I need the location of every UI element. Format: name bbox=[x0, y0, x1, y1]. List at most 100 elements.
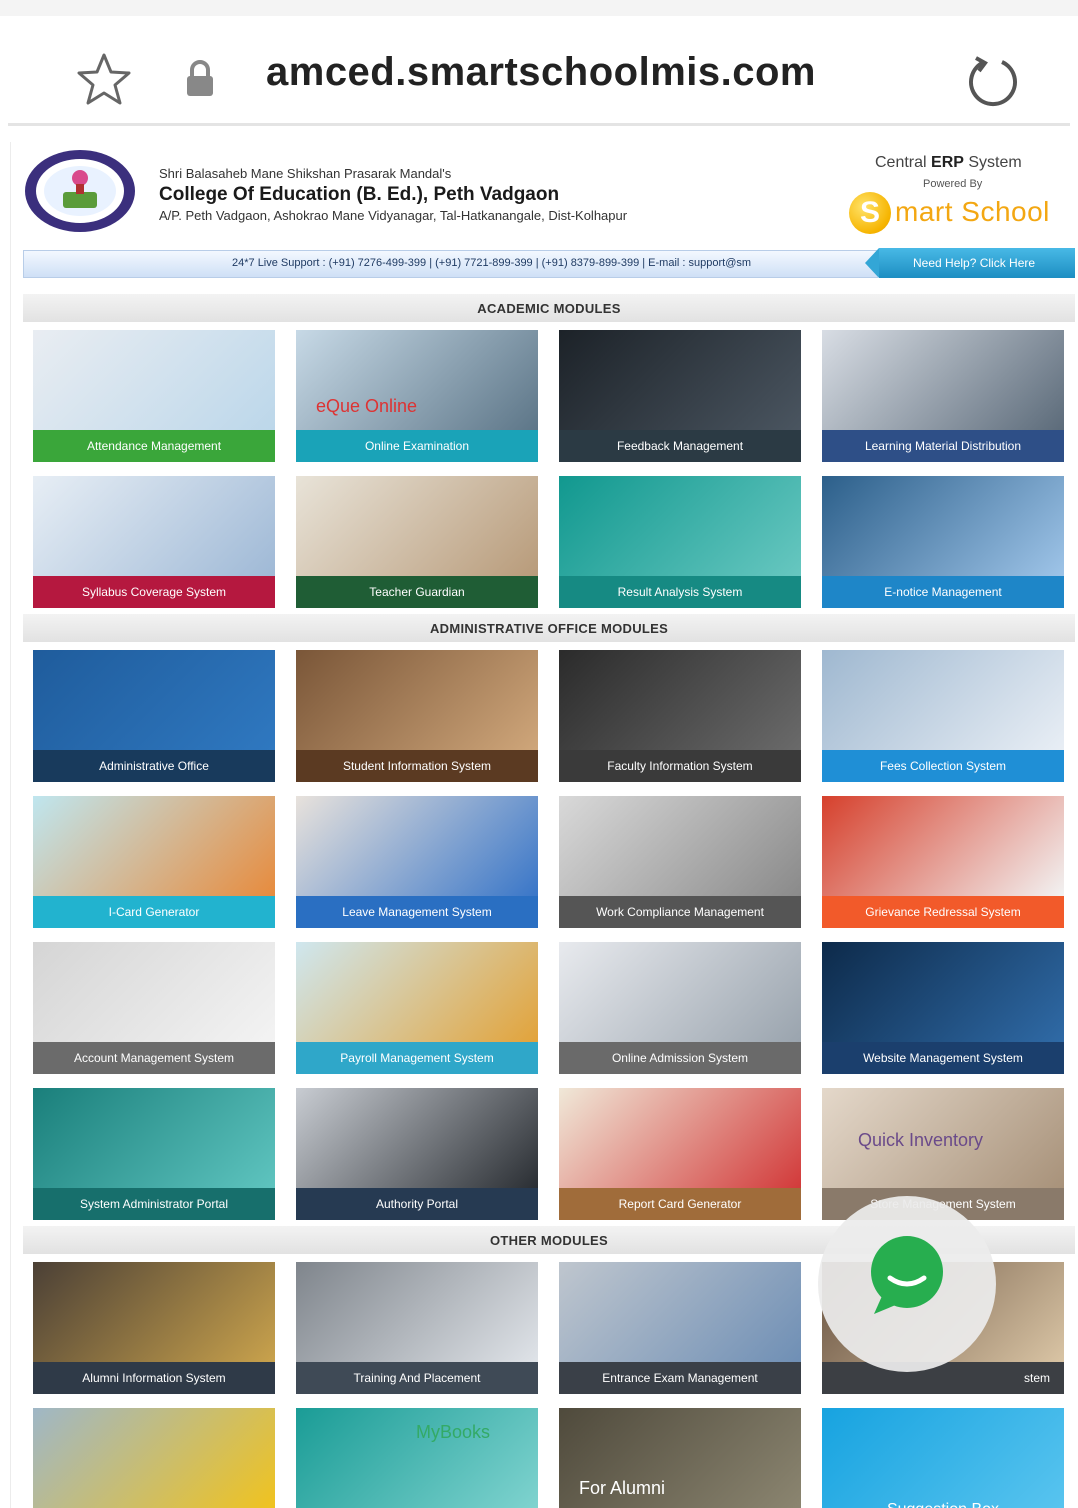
module-label: Administrative Office bbox=[33, 750, 275, 782]
module-tile[interactable]: Entrance Exam Management bbox=[559, 1262, 801, 1394]
module-image bbox=[822, 650, 1064, 750]
module-label: Authority Portal bbox=[296, 1188, 538, 1220]
module-image bbox=[33, 1088, 275, 1188]
college-address: A/P. Peth Vadgaon, Ashokrao Mane Vidyana… bbox=[159, 208, 628, 223]
need-help-label: Need Help? Click Here bbox=[913, 256, 1036, 270]
powered-by: Powered By bbox=[923, 178, 983, 190]
module-image bbox=[33, 1408, 275, 1508]
erp-title: Central ERP System bbox=[875, 154, 1022, 172]
module-label: Syllabus Coverage System bbox=[33, 576, 275, 608]
reload-icon[interactable] bbox=[962, 52, 1022, 112]
module-label: Training And Placement bbox=[296, 1362, 538, 1394]
chat-widget[interactable] bbox=[818, 1196, 996, 1372]
module-label: System Administrator Portal bbox=[33, 1188, 275, 1220]
star-icon[interactable] bbox=[74, 50, 134, 110]
module-tile[interactable]: Work Compliance Management bbox=[559, 796, 801, 928]
erp-suffix: System bbox=[963, 154, 1022, 171]
module-tile[interactable]: Teacher Guardian bbox=[296, 476, 538, 608]
module-image bbox=[559, 1262, 801, 1362]
module-label: Leave Management System bbox=[296, 896, 538, 928]
module-label: Fees Collection System bbox=[822, 750, 1064, 782]
module-label: Grievance Redressal System bbox=[822, 896, 1064, 928]
erp-bold: ERP bbox=[931, 154, 964, 171]
module-tile[interactable]: Student Information System bbox=[296, 650, 538, 782]
smart-school-logo: S mart School bbox=[849, 190, 1075, 236]
support-strip: 24*7 Live Support : (+91) 7276-499-399 |… bbox=[23, 250, 878, 278]
module-image bbox=[33, 330, 275, 430]
module-label: Online Examination bbox=[296, 430, 538, 462]
module-tile[interactable]: Feedback Management bbox=[559, 330, 801, 462]
address-bar[interactable]: amced.smartschoolmis.com bbox=[0, 16, 1078, 120]
module-label: Result Analysis System bbox=[559, 576, 801, 608]
module-tile[interactable]: Leave Management System bbox=[296, 796, 538, 928]
module-image bbox=[296, 942, 538, 1042]
module-image bbox=[33, 796, 275, 896]
support-text: 24*7 Live Support : (+91) 7276-499-399 |… bbox=[232, 257, 752, 269]
section-academic: ACADEMIC MODULES bbox=[23, 294, 1075, 322]
module-label: Feedback Management bbox=[559, 430, 801, 462]
module-image bbox=[559, 1088, 801, 1188]
module-image bbox=[296, 796, 538, 896]
module-image bbox=[33, 942, 275, 1042]
module-image bbox=[559, 330, 801, 430]
need-help-button[interactable]: Need Help? Click Here bbox=[865, 248, 1075, 278]
module-tile[interactable]: Grievance Redressal System bbox=[822, 796, 1064, 928]
module-label: I-Card Generator bbox=[33, 896, 275, 928]
module-image bbox=[296, 476, 538, 576]
module-tile[interactable]: E-notice Management bbox=[822, 476, 1064, 608]
module-tile[interactable]: Online Admission System bbox=[559, 942, 801, 1074]
brand-initial: S bbox=[849, 192, 891, 234]
module-image bbox=[822, 330, 1064, 430]
module-tile[interactable]: Account Management System bbox=[33, 942, 275, 1074]
module-image bbox=[296, 1088, 538, 1188]
section-administrative: ADMINISTRATIVE OFFICE MODULES bbox=[23, 614, 1075, 642]
module-tile[interactable]: Payroll Management System bbox=[296, 942, 538, 1074]
module-label: Online Admission System bbox=[559, 1042, 801, 1074]
module-tile[interactable]: Report Card Generator bbox=[559, 1088, 801, 1220]
module-tile[interactable]: Quick InventoryStore Management System bbox=[822, 1088, 1064, 1220]
section-title: ADMINISTRATIVE OFFICE MODULES bbox=[429, 621, 669, 636]
module-label: Alumni Information System bbox=[33, 1362, 275, 1394]
module-tile[interactable]: Syllabus Coverage System bbox=[33, 476, 275, 608]
module-tile[interactable]: Learning Material Distribution bbox=[822, 330, 1064, 462]
module-tile[interactable]: Training And Placement bbox=[296, 1262, 538, 1394]
module-tile[interactable] bbox=[33, 1408, 275, 1508]
module-tile[interactable]: For Alumni bbox=[559, 1408, 801, 1508]
module-overlay-text: eQue Online bbox=[316, 396, 418, 416]
url-text[interactable]: amced.smartschoolmis.com bbox=[266, 50, 816, 95]
module-image bbox=[296, 650, 538, 750]
module-image bbox=[822, 942, 1064, 1042]
module-image bbox=[559, 942, 801, 1042]
module-tile[interactable]: Administrative Office bbox=[33, 650, 275, 782]
module-overlay-text: For Alumni bbox=[579, 1478, 666, 1498]
module-tile[interactable]: System Administrator Portal bbox=[33, 1088, 275, 1220]
module-tile[interactable]: Website Management System bbox=[822, 942, 1064, 1074]
module-tile[interactable]: MyBooks bbox=[296, 1408, 538, 1508]
module-tile[interactable]: Faculty Information System bbox=[559, 650, 801, 782]
module-tile[interactable]: Authority Portal bbox=[296, 1088, 538, 1220]
module-tile[interactable]: I-Card Generator bbox=[33, 796, 275, 928]
lock-icon bbox=[187, 60, 213, 96]
module-tile[interactable]: Attendance Management bbox=[33, 330, 275, 462]
module-image bbox=[559, 796, 801, 896]
module-label: Learning Material Distribution bbox=[822, 430, 1064, 462]
status-bar bbox=[0, 0, 1078, 16]
module-tile[interactable]: Alumni Information System bbox=[33, 1262, 275, 1394]
module-label: Website Management System bbox=[822, 1042, 1064, 1074]
module-tile[interactable]: Suggestion Box bbox=[822, 1408, 1064, 1508]
module-image bbox=[822, 476, 1064, 576]
address-bar-divider bbox=[8, 123, 1070, 126]
module-label: Student Information System bbox=[296, 750, 538, 782]
module-overlay-text: Quick Inventory bbox=[858, 1130, 984, 1150]
section-title: ACADEMIC MODULES bbox=[477, 301, 621, 316]
module-tile[interactable]: Fees Collection System bbox=[822, 650, 1064, 782]
module-image bbox=[33, 1262, 275, 1362]
module-tile[interactable]: eQue Online Online Examination bbox=[296, 330, 538, 462]
module-tile[interactable]: Result Analysis System bbox=[559, 476, 801, 608]
chat-bubble-icon[interactable] bbox=[864, 1232, 950, 1318]
module-label: Teacher Guardian bbox=[296, 576, 538, 608]
module-image bbox=[296, 1262, 538, 1362]
module-overlay-text: MyBooks bbox=[416, 1422, 491, 1442]
module-label: E-notice Management bbox=[822, 576, 1064, 608]
college-logo bbox=[25, 150, 135, 232]
